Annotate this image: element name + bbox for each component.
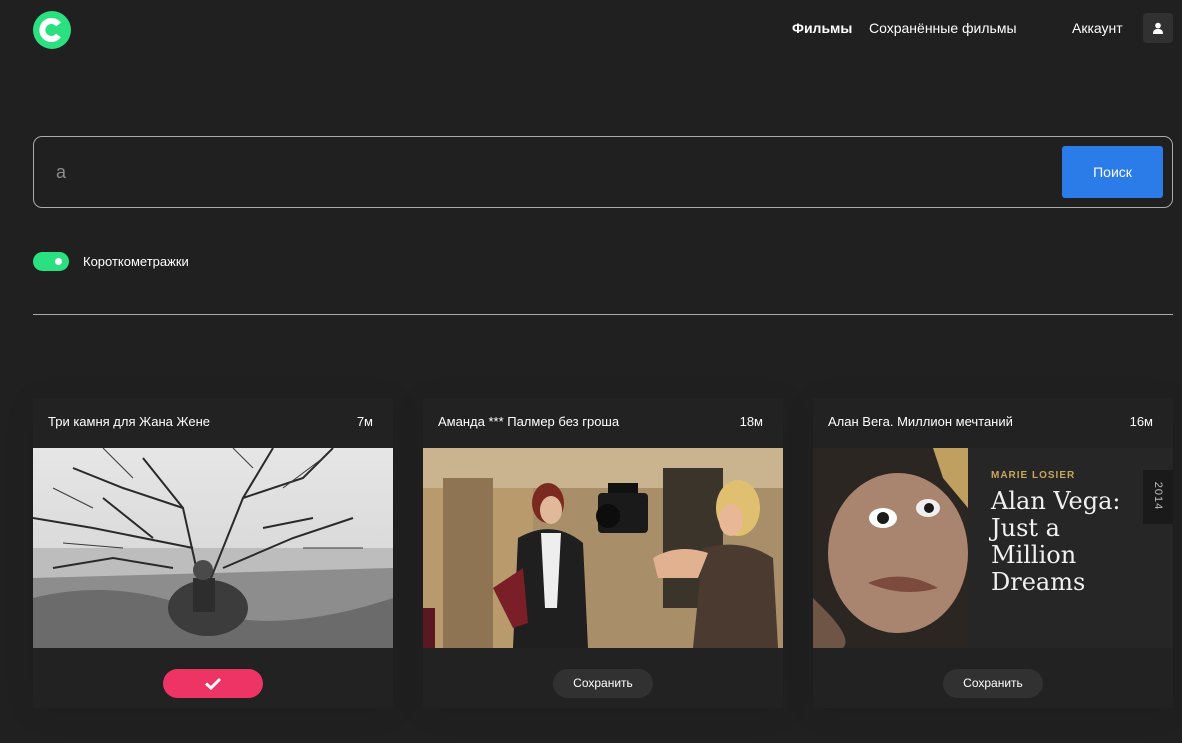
header: Фильмы Сохранённые фильмы Аккаунт bbox=[0, 0, 1182, 60]
movie-duration: 16м bbox=[1129, 414, 1153, 429]
poster-title: Alan Vega: Just a Million Dreams bbox=[991, 487, 1121, 596]
movie-title: Аманда *** Палмер без гроша bbox=[438, 414, 620, 429]
movie-card: Три камня для Жана Жене 7м bbox=[33, 398, 393, 708]
user-icon bbox=[1153, 22, 1163, 34]
save-button[interactable]: Сохранить bbox=[943, 669, 1043, 698]
search-input[interactable] bbox=[56, 159, 1056, 185]
save-button[interactable]: Сохранить bbox=[553, 669, 653, 698]
movie-title: Алан Вега. Миллион мечтаний bbox=[828, 414, 1013, 429]
movie-duration: 7м bbox=[356, 414, 373, 429]
poster-year: 2014 bbox=[1152, 481, 1164, 511]
movie-thumbnail[interactable] bbox=[423, 448, 783, 648]
movie-thumbnail[interactable]: MARIE LOSIER Alan Vega: Just a Million D… bbox=[813, 448, 1173, 648]
saved-button[interactable] bbox=[163, 669, 263, 698]
nav-saved-movies-link[interactable]: Сохранённые фильмы bbox=[869, 20, 1017, 36]
logo-c-icon[interactable] bbox=[33, 11, 71, 49]
shorts-toggle-label: Короткометражки bbox=[83, 254, 189, 269]
poster-author: MARIE LOSIER bbox=[991, 470, 1076, 481]
divider bbox=[33, 314, 1173, 315]
movie-card: Аманда *** Палмер без гроша 18м Сохранит… bbox=[423, 398, 783, 708]
search-form: Поиск bbox=[33, 136, 1173, 208]
toggle-knob bbox=[55, 258, 62, 265]
search-button[interactable]: Поиск bbox=[1062, 146, 1163, 198]
nav-movies-link[interactable]: Фильмы bbox=[792, 20, 852, 36]
movie-thumbnail[interactable] bbox=[33, 448, 393, 648]
check-icon bbox=[204, 677, 222, 690]
movie-card: Алан Вега. Миллион мечтаний 16м MARIE LO… bbox=[813, 398, 1173, 708]
movie-title: Три камня для Жана Жене bbox=[48, 414, 210, 429]
movie-duration: 18м bbox=[739, 414, 763, 429]
poster-text-panel: MARIE LOSIER Alan Vega: Just a Million D… bbox=[968, 448, 1173, 648]
poster-year-tab: 2014 bbox=[1143, 470, 1173, 524]
shorts-toggle[interactable] bbox=[33, 252, 69, 271]
nav-account-link[interactable]: Аккаунт bbox=[1072, 20, 1123, 36]
account-button[interactable] bbox=[1143, 13, 1173, 43]
